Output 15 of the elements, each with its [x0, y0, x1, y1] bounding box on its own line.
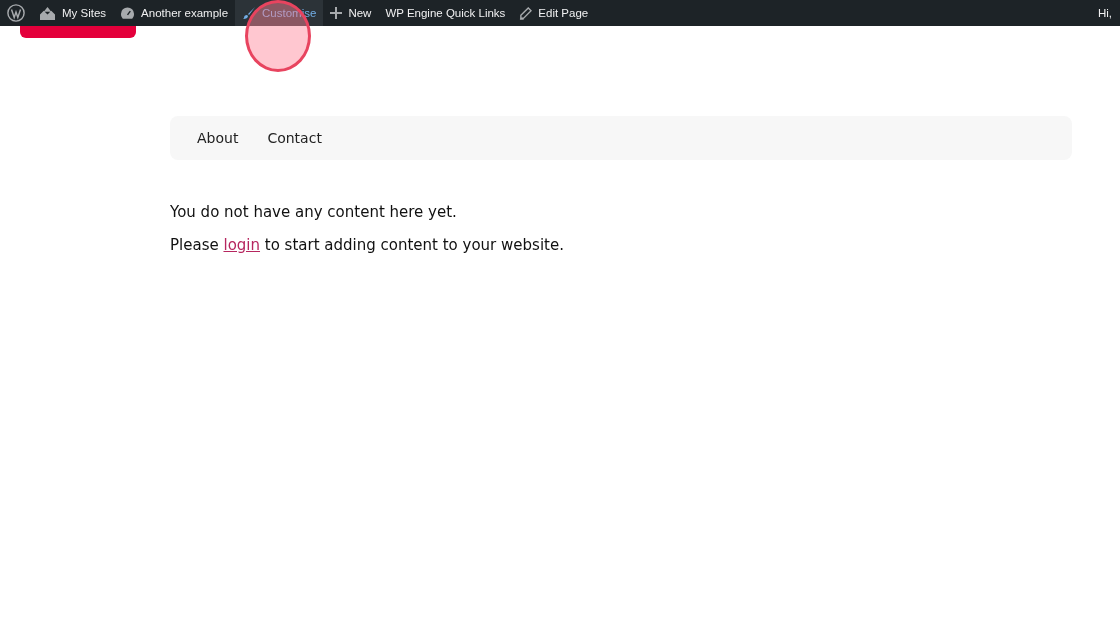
nav-link[interactable]: Contact [267, 130, 322, 146]
pencil-icon [519, 6, 533, 20]
login-link[interactable]: login [223, 236, 260, 254]
login-prompt: Please login to start adding content to your website. [170, 236, 565, 254]
admin-bar-item[interactable]: WP Engine Quick Links [378, 0, 513, 26]
plus-icon [330, 7, 343, 19]
admin-bar-item[interactable]: Edit Page [512, 0, 596, 26]
admin-bar-item[interactable]: New [323, 0, 379, 26]
nav-link[interactable]: About [197, 130, 239, 146]
empty-message: You do not have any content here yet. [170, 203, 458, 221]
dashboard-gauge-icon [120, 6, 136, 20]
wordpress-logo-icon[interactable] [7, 4, 25, 22]
admin-bar-item[interactable]: My Sites [32, 0, 114, 26]
admin-bar-item[interactable]: Another example [113, 0, 236, 26]
user-greeting[interactable]: Hi, [1097, 7, 1112, 19]
